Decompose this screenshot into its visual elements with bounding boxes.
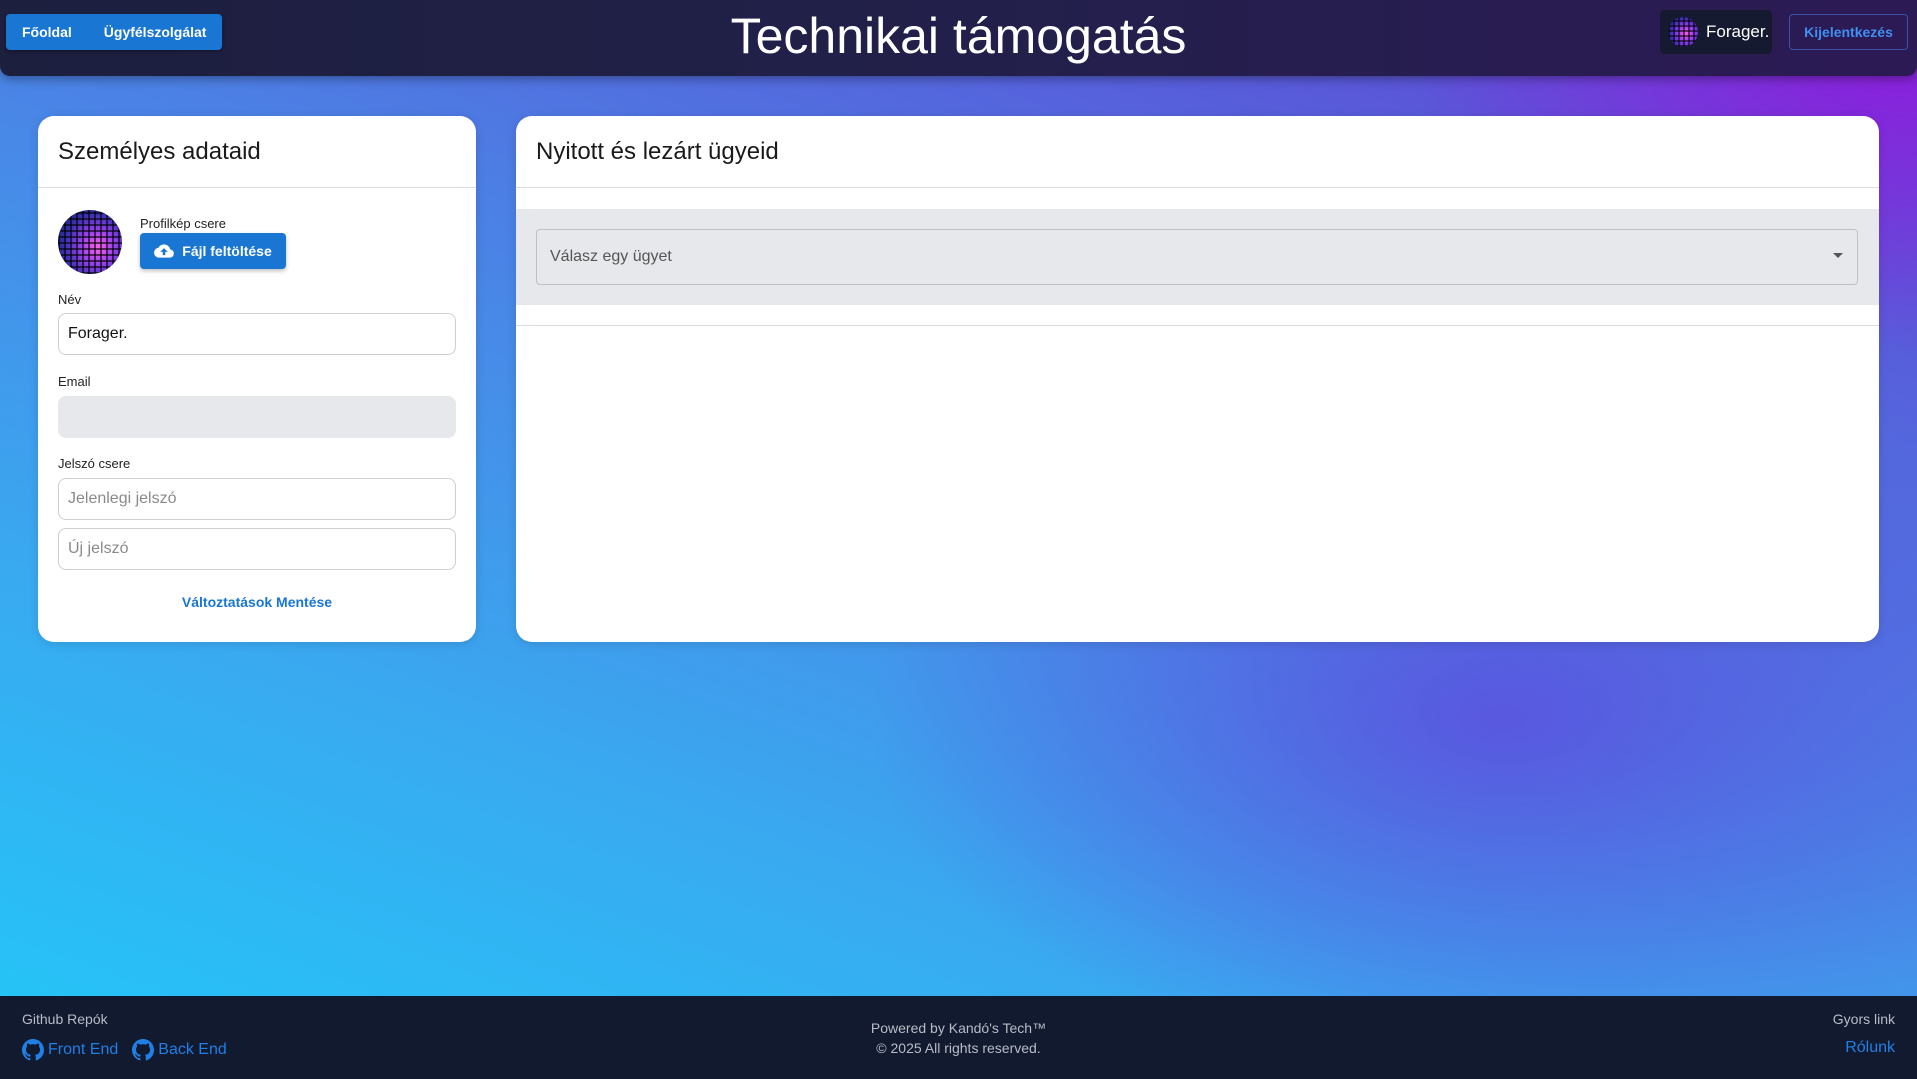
quick-link-heading: Gyors link [1832,1011,1895,1027]
page-title: Technikai támogatás [730,8,1187,64]
password-change-label: Jelszó csere [58,456,131,471]
logout-button[interactable]: Kijelentkezés [1789,14,1908,50]
ticket-select-placeholder: Válasz egy ügyet [550,248,672,265]
about-us-link[interactable]: Rólunk [1833,1039,1895,1057]
ticket-select[interactable]: Válasz egy ügyet [536,229,1858,285]
user-profile-chip[interactable]: Forager. [1660,10,1772,54]
footer-quick-links: Gyors link Rólunk [1833,1011,1895,1057]
profile-change-group: Profilkép csere Fájl feltöltése [140,216,286,269]
new-password-input[interactable]: Új jelszó [58,528,456,570]
top-navbar: Főoldal Ügyfélszolgálat Technikai támoga… [0,0,1917,76]
upload-file-button[interactable]: Fájl feltöltése [140,233,286,269]
powered-by-text: Powered by Kandó's Tech™ [870,1020,1047,1036]
email-label: Email [58,374,91,389]
profile-change-label: Profilkép csere [140,216,226,231]
footer: Github Repók Front End Back End Powered … [0,996,1917,1079]
tickets-card: Nyitott és lezárt ügyeid Válasz egy ügye… [516,116,1879,642]
user-name: Forager. [1706,22,1770,41]
dropdown-arrow-icon [1833,253,1843,258]
upload-button-label: Fájl feltöltése [182,243,272,259]
name-label: Név [58,292,82,307]
save-changes-button[interactable]: Változtatások Mentése [38,594,476,610]
personal-data-card: Személyes adataid Profilkép csere Fájl f… [38,116,476,642]
profile-picture-row: Profilkép csere Fájl feltöltése [58,210,286,274]
divider [516,325,1879,326]
email-field [58,396,456,438]
profile-avatar [58,210,122,274]
tickets-title: Nyitott és lezárt ügyeid [516,116,1879,188]
name-input[interactable]: Forager. [58,313,456,355]
current-password-input[interactable]: Jelenlegi jelszó [58,478,456,520]
personal-data-title: Személyes adataid [38,116,476,188]
ticket-select-section: Válasz egy ügyet [516,209,1879,305]
cloud-upload-icon [154,244,175,258]
avatar [1668,17,1698,47]
copyright-text: © 2025 All rights reserved. [876,1040,1041,1056]
footer-copyright: Powered by Kandó's Tech™ © 2025 All righ… [0,1018,1917,1058]
